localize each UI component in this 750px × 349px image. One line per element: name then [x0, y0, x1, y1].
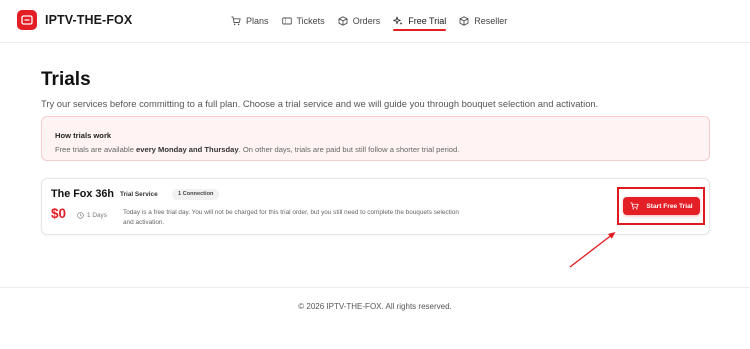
nav-label: Free Trial [408, 15, 447, 26]
box-icon [459, 15, 469, 26]
nav-plans[interactable]: Plans [231, 13, 269, 28]
box-icon [338, 15, 348, 26]
page-title: Trials [41, 69, 91, 90]
footer-copyright: © 2026 IPTV-THE-FOX. All rights reserved… [298, 302, 452, 311]
cart-icon [630, 202, 640, 210]
pointer-arrow-icon [569, 232, 616, 268]
brand-name: IPTV-THE-FOX [45, 13, 133, 27]
top-navbar: IPTV-THE-FOX Plans Tickets Orders Free T… [0, 0, 750, 43]
page-subtitle: Try our services before committing to a … [41, 98, 599, 109]
start-free-trial-label: Start Free Trial [646, 202, 693, 210]
nav-label: Orders [352, 15, 381, 26]
nav-label: Plans [246, 15, 269, 26]
ticket-icon [281, 17, 292, 24]
nav-orders[interactable]: Orders [338, 13, 381, 28]
nav-reseller[interactable]: Reseller [459, 13, 507, 28]
connections-badge: 1 Connection [172, 189, 220, 200]
service-tag: Trial Service [120, 191, 158, 198]
nav-label: Reseller [474, 15, 508, 26]
plan-name: The Fox 36h [51, 188, 114, 200]
nav-label: Tickets [296, 15, 325, 26]
sparkle-icon [393, 16, 403, 25]
clock-icon [77, 212, 84, 219]
brand[interactable]: IPTV-THE-FOX [17, 10, 132, 30]
plan-description: Today is a free trial day. You will not … [123, 209, 459, 226]
notice-title: How trials work [55, 131, 112, 140]
tv-logo-icon [17, 10, 37, 30]
nav-tickets[interactable]: Tickets [281, 13, 325, 28]
how-trials-work-notice: How trials work Free trials are availabl… [41, 116, 710, 161]
main-nav: Plans Tickets Orders Free Trial Reseller [231, 13, 520, 31]
start-free-trial-button[interactable]: Start Free Trial [623, 197, 700, 215]
nav-free-trial[interactable]: Free Trial [393, 13, 447, 31]
plan-duration: 1 Days [77, 212, 107, 219]
cart-icon [231, 16, 241, 25]
notice-days: every Monday and Thursday [136, 145, 239, 154]
footer-divider [0, 287, 750, 288]
notice-text: Free trials are available every Monday a… [55, 145, 460, 154]
duration-label: 1 Days [87, 212, 107, 219]
plan-price: $0 [51, 206, 67, 221]
